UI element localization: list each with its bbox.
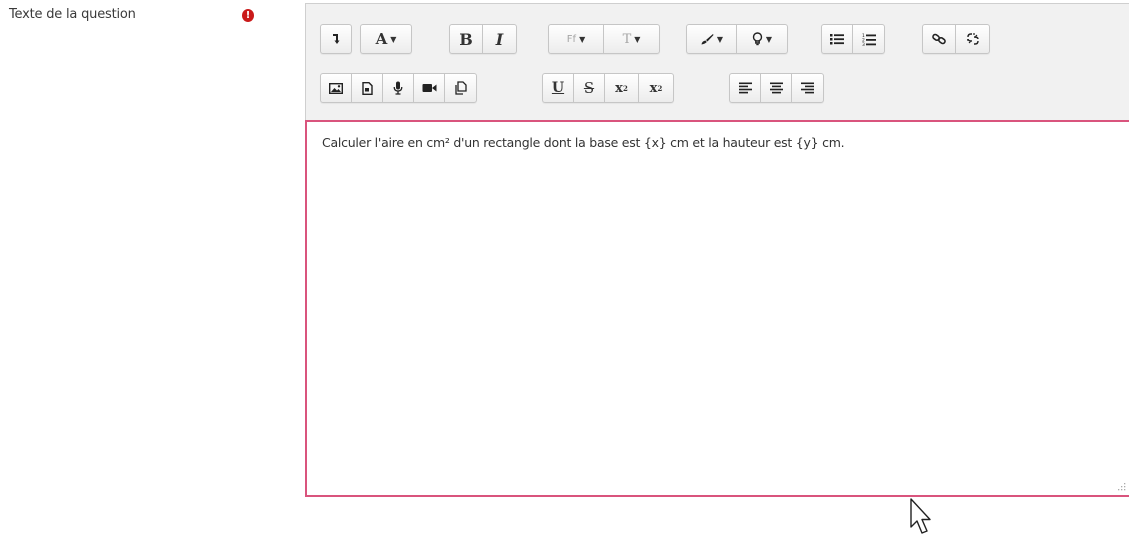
media-button[interactable] <box>352 74 383 102</box>
arrow-down-toggle-icon <box>333 34 340 44</box>
brush-icon <box>701 34 714 45</box>
record-video-button[interactable] <box>414 74 445 102</box>
image-button[interactable] <box>321 74 352 102</box>
exclamation-circle-icon: ! <box>242 9 254 22</box>
rich-text-editor: A ▼ B I Ff ▼ T ▼ ▼ ▼ 1 2 3 U S x 2 x 2 C… <box>305 3 1129 497</box>
align-center-button[interactable] <box>761 74 792 102</box>
file-media-icon <box>361 81 373 95</box>
bulb-icon <box>752 32 763 46</box>
toolbar-group-lists: 1 2 3 <box>821 24 885 54</box>
question-text[interactable]: Calculer l'aire en cm² d'un rectangle do… <box>322 135 845 150</box>
resize-grip-icon[interactable] <box>1117 482 1126 491</box>
ordered-list-button[interactable]: 1 2 3 <box>853 25 884 53</box>
underline-button[interactable]: U <box>543 74 574 102</box>
font-size-button[interactable]: T ▼ <box>604 25 659 53</box>
background-color-button[interactable]: ▼ <box>737 25 787 53</box>
svg-text:3: 3 <box>862 42 865 46</box>
image-icon <box>329 82 343 94</box>
bold-button[interactable]: B <box>450 25 483 53</box>
microphone-icon <box>393 81 403 95</box>
toolbar-group-media <box>320 73 477 103</box>
unlink-button[interactable] <box>956 25 989 53</box>
toolbar-group-color: ▼ ▼ <box>686 24 788 54</box>
chevron-down-icon: ▼ <box>716 34 724 44</box>
align-left-button[interactable] <box>730 74 761 102</box>
manage-files-button[interactable] <box>445 74 476 102</box>
align-left-icon <box>738 82 752 94</box>
toolbar-group-font: Ff ▼ T ▼ <box>548 24 660 54</box>
toolbar-group-align <box>729 73 824 103</box>
font-size-icon: T <box>622 31 632 47</box>
chevron-down-icon: ▼ <box>634 34 641 44</box>
link-button[interactable] <box>923 25 956 53</box>
chevron-down-icon: ▼ <box>390 34 397 44</box>
toolbar-group-links <box>922 24 990 54</box>
files-icon <box>454 81 467 95</box>
mouse-pointer-icon <box>910 498 931 534</box>
align-center-icon <box>769 82 783 94</box>
bullet-list-icon <box>830 34 844 45</box>
toolbar-group-collapse <box>320 24 352 54</box>
editor-toolbar: A ▼ B I Ff ▼ T ▼ ▼ ▼ 1 2 3 U S x 2 x 2 <box>305 3 1129 121</box>
unlink-icon <box>966 33 979 45</box>
toolbar-group-bold-italic: B I <box>449 24 517 54</box>
collapse-button[interactable] <box>321 25 351 53</box>
record-audio-button[interactable] <box>383 74 414 102</box>
font-style-icon: A <box>375 30 388 48</box>
chevron-down-icon: ▼ <box>579 34 586 44</box>
subscript-button[interactable]: x2 <box>605 74 639 102</box>
toolbar-group-text-format: U S x2 x2 <box>542 73 674 103</box>
unordered-list-button[interactable] <box>822 25 853 53</box>
editor-content-area[interactable]: Calculer l'aire en cm² d'un rectangle do… <box>305 120 1129 497</box>
numbered-list-icon: 1 2 3 <box>862 33 876 46</box>
superscript-button[interactable]: x2 <box>639 74 673 102</box>
font-color-button[interactable]: ▼ <box>687 25 737 53</box>
align-right-button[interactable] <box>792 74 823 102</box>
italic-button[interactable]: I <box>483 25 516 53</box>
link-icon <box>932 33 946 45</box>
video-camera-icon <box>422 84 436 92</box>
font-family-icon: Ff <box>566 33 577 45</box>
strikethrough-button[interactable]: S <box>574 74 605 102</box>
chevron-down-icon: ▼ <box>765 34 773 44</box>
align-right-icon <box>801 82 814 94</box>
style-menu-button[interactable]: A ▼ <box>361 25 411 53</box>
font-family-button[interactable]: Ff ▼ <box>549 25 604 53</box>
toolbar-group-style: A ▼ <box>360 24 412 54</box>
field-label: Texte de la question <box>9 7 136 22</box>
